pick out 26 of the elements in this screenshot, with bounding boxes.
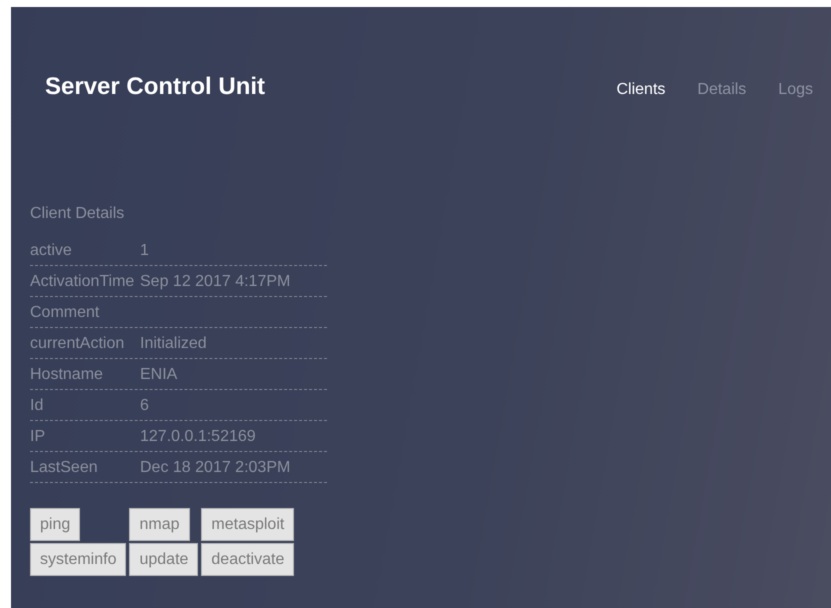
action-button[interactable]: systeminfo [30,543,126,576]
action-button[interactable]: metasploit [201,508,294,541]
field-label: IP [30,428,46,446]
nav-link[interactable]: Clients [616,81,666,99]
action-button[interactable]: deactivate [201,543,294,576]
field-value: 1 [140,242,149,260]
field-label: ActivationTime [30,273,136,291]
nav-link[interactable]: Details [697,81,746,99]
field-value: Sep 12 2017 4:17PM [140,273,290,291]
action-button[interactable]: ping [30,508,80,541]
field-label: LastSeen [30,459,99,477]
field-value: 6 [140,397,149,415]
field-value: ENIA [140,366,178,384]
field-label: Id [30,397,44,415]
field-value: 127.0.0.1:52169 [140,428,256,446]
field-value: Dec 18 2017 2:03PM [140,459,290,477]
action-button[interactable]: update [129,543,198,576]
nav-link[interactable]: Logs [778,81,813,99]
field-value: Initialized [140,335,207,353]
app-title: Server Control Unit [45,73,266,101]
field-label: currentAction [30,335,126,353]
field-label: Hostname [30,366,104,384]
action-button[interactable]: nmap [129,508,190,541]
field-label: Comment [30,304,100,322]
section-title: Client Details [30,205,126,223]
field-label: active [30,242,73,260]
